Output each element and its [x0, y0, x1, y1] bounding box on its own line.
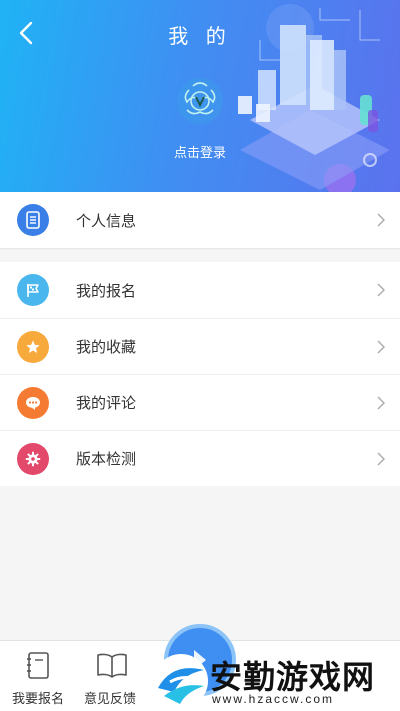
menu-item-label: 我的评论 — [76, 395, 137, 412]
avatar[interactable] — [175, 76, 225, 126]
document-icon — [17, 204, 49, 236]
tab-feedback[interactable]: 意见反馈 — [74, 641, 146, 711]
menu-item-my-registrations[interactable]: 我的报名 — [0, 262, 400, 318]
login-link[interactable]: 点击登录 — [0, 142, 400, 161]
menu-item-label: 版本检测 — [76, 451, 137, 468]
watermark-url: www.hzaccw.com — [212, 692, 335, 706]
tab-register[interactable]: 我要报名 — [2, 641, 74, 711]
personal-info-card: 个人信息 — [0, 192, 400, 248]
chevron-right-icon — [377, 213, 385, 227]
menu-item-my-comments[interactable]: 我的评论 — [0, 374, 400, 430]
chevron-right-icon — [377, 283, 385, 297]
chat-icon — [17, 387, 49, 419]
watermark-logo — [154, 654, 208, 708]
menu-item-label: 我的报名 — [76, 282, 137, 300]
profile-header: 我 的 点击登录 — [0, 0, 400, 192]
notebook-icon — [27, 652, 49, 679]
book-icon — [97, 653, 127, 678]
menu-item-version-check[interactable]: 版本检测 — [0, 430, 400, 486]
chevron-right-icon — [377, 340, 385, 354]
tab-label: 我要报名 — [11, 691, 64, 706]
menu-list: 我的报名 我的收藏 我的评论 版本检测 — [0, 262, 400, 486]
page-title: 我 的 — [168, 26, 232, 48]
menu-item-personal-info[interactable]: 个人信息 — [0, 192, 400, 248]
chevron-right-icon — [377, 452, 385, 466]
gear-icon — [17, 443, 49, 475]
menu-item-label: 我的收藏 — [76, 339, 137, 356]
tab-label: 意见反馈 — [83, 691, 136, 706]
flag-icon — [17, 274, 49, 306]
watermark: 安勤游戏网 www.hzaccw.com — [152, 652, 397, 710]
chevron-right-icon — [377, 396, 385, 410]
menu-item-my-favorites[interactable]: 我的收藏 — [0, 318, 400, 374]
menu-item-label: 个人信息 — [76, 212, 137, 230]
star-icon — [17, 331, 49, 363]
